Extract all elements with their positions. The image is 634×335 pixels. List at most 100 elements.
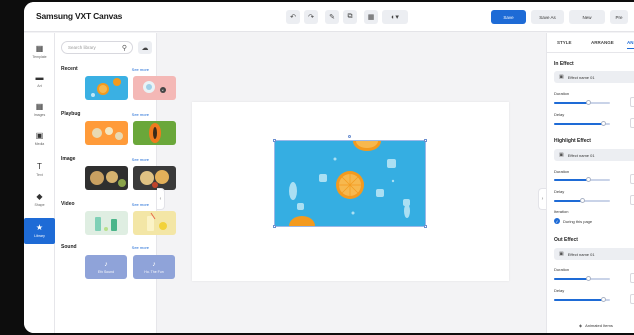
effect-icon: ▣ (559, 152, 564, 158)
sound-item[interactable]: ♪ Efx Sound (85, 255, 127, 279)
in-duration-value-box[interactable] (630, 97, 634, 107)
lemonade-image (147, 212, 167, 231)
highlight-delay-slider[interactable] (554, 198, 610, 203)
rail-item-label: Shape (34, 203, 45, 207)
out-effect-dropdown[interactable]: ▣ Effect name 01 (554, 248, 634, 260)
search-input[interactable]: Search library ⚲ (61, 41, 133, 54)
oranges-on-ice-image (275, 141, 425, 226)
fruit-image (92, 127, 123, 140)
in-effect-dropdown[interactable]: ▣ Effect name 01 (554, 71, 634, 83)
rotate-handle[interactable] (348, 135, 351, 138)
in-delay-slider[interactable] (554, 121, 610, 126)
section-title-image: Image (61, 156, 76, 162)
rail-item-art[interactable]: ▬ Art (24, 68, 55, 94)
in-delay-value-box[interactable] (630, 118, 634, 128)
rail-item-shape[interactable]: ◆ Shape (24, 187, 55, 213)
out-delay-slider[interactable] (554, 297, 610, 302)
thumb-image-1[interactable] (85, 166, 128, 190)
out-effect-title: Out Effect (554, 237, 578, 243)
left-rail: ▦ Template ▬ Art ▦ Images ▣ Media T Text ◆ Shape ★ Li… (24, 33, 55, 333)
highlight-effect-value: Effect name 01 (567, 152, 595, 158)
in-delay-label: Delay (554, 112, 565, 117)
tab-arrange[interactable]: ARRANGE (591, 40, 614, 45)
see-more-link[interactable]: See more (132, 245, 149, 250)
grid-icon[interactable]: ▦ (364, 10, 378, 24)
see-more-link[interactable]: See more (132, 67, 149, 72)
food-image (140, 170, 169, 188)
rail-item-media[interactable]: ▣ Media (24, 126, 55, 152)
upload-icon[interactable]: ☁ (138, 41, 152, 54)
see-more-link[interactable]: See more (132, 112, 149, 117)
iteration-checkbox[interactable]: ✓ During this page (554, 218, 592, 224)
out-duration-slider[interactable] (554, 276, 610, 281)
sound-item[interactable]: ♪ Ho. The Fun (133, 255, 175, 279)
resize-handle[interactable] (424, 139, 427, 142)
section-title-recent: Recent (61, 66, 78, 72)
resize-handle[interactable] (273, 139, 276, 142)
music-note-icon: ♪ (104, 260, 108, 268)
effect-icon: ▣ (559, 251, 564, 257)
top-bar: Samsung VXT Canvas ↶ ↷ ✎ ⧉ ▦ ◐▾ Save Save… (24, 2, 634, 32)
iteration-option-label: During this page (563, 218, 593, 224)
search-placeholder: Search library (68, 45, 96, 50)
sound-title: Ho. The Fun (144, 269, 164, 274)
view-mode-dropdown[interactable]: ◐▾ (382, 10, 408, 24)
rail-item-library[interactable]: ★ Library (24, 218, 55, 244)
highlight-duration-slider[interactable] (554, 177, 610, 182)
copy-icon[interactable]: ⧉ (343, 10, 357, 24)
highlight-duration-value-box[interactable] (630, 174, 634, 184)
iteration-label: Iteration (554, 209, 569, 214)
new-button[interactable]: New (569, 10, 605, 24)
thumb-video-1[interactable] (85, 211, 128, 235)
highlight-delay-value-box[interactable] (630, 195, 634, 205)
in-effect-title: In Effect (554, 61, 574, 67)
in-duration-slider[interactable] (554, 100, 610, 105)
rail-item-label: Art (37, 84, 42, 88)
thumb-video-2[interactable] (133, 211, 176, 235)
tab-style[interactable]: STYLE (557, 40, 572, 45)
pre-button[interactable]: Pre (610, 10, 628, 24)
drinks-image (95, 217, 117, 231)
images-icon: ▦ (35, 102, 44, 111)
text-icon: T (37, 162, 42, 171)
thumb-recent-2[interactable]: × (133, 76, 176, 100)
save-button[interactable]: Save (491, 10, 526, 24)
oranges-image (91, 78, 121, 97)
highlight-effect-dropdown[interactable]: ▣ Effect name 01 (554, 149, 634, 161)
collapse-left-panel-button[interactable]: ‹ (157, 188, 165, 210)
properties-panel: STYLE ARRANGE AN In Effect ▣ Effect name … (546, 33, 634, 333)
collapse-right-panel-button[interactable]: › (538, 188, 546, 210)
in-effect-value: Effect name 01 (567, 74, 595, 80)
rail-item-text[interactable]: T Text (24, 157, 55, 183)
action-buttons: Save Save As New Pre (491, 10, 628, 24)
sound-title: Efx Sound (97, 269, 115, 274)
search-icon[interactable]: ⚲ (122, 44, 127, 52)
animated-items-button[interactable]: ◈ Animated Items (579, 323, 613, 328)
shape-icon: ◆ (36, 192, 43, 201)
redo-icon[interactable]: ↷ (304, 10, 318, 24)
properties-tabs: STYLE ARRANGE AN (547, 33, 634, 53)
rail-item-images[interactable]: ▦ Images (24, 97, 55, 123)
edit-icon[interactable]: ✎ (325, 10, 339, 24)
out-duration-value-box[interactable] (630, 273, 634, 283)
see-more-link[interactable]: See more (132, 202, 149, 207)
thumb-playbug-2[interactable] (133, 121, 176, 145)
out-delay-value-box[interactable] (630, 294, 634, 304)
resize-handle[interactable] (424, 225, 427, 228)
chevron-left-icon: ‹ (159, 196, 162, 202)
resize-handle[interactable] (273, 225, 276, 228)
chevron-right-icon: › (541, 196, 544, 202)
thumb-playbug-1[interactable] (85, 121, 128, 145)
rail-item-template[interactable]: ▦ Template (24, 39, 55, 65)
highlight-effect-title: Highlight Effect (554, 138, 591, 144)
library-icon: ★ (35, 223, 44, 232)
thumb-recent-1[interactable] (85, 76, 128, 100)
tab-animation[interactable]: AN (627, 40, 634, 49)
undo-icon[interactable]: ↶ (286, 10, 300, 24)
save-as-button[interactable]: Save As (531, 10, 564, 24)
rail-item-label: Media (34, 142, 45, 146)
thumb-image-2[interactable] (133, 166, 176, 190)
rail-item-label: Library (34, 234, 45, 238)
selected-image[interactable] (273, 135, 427, 228)
see-more-link[interactable]: See more (132, 157, 149, 162)
